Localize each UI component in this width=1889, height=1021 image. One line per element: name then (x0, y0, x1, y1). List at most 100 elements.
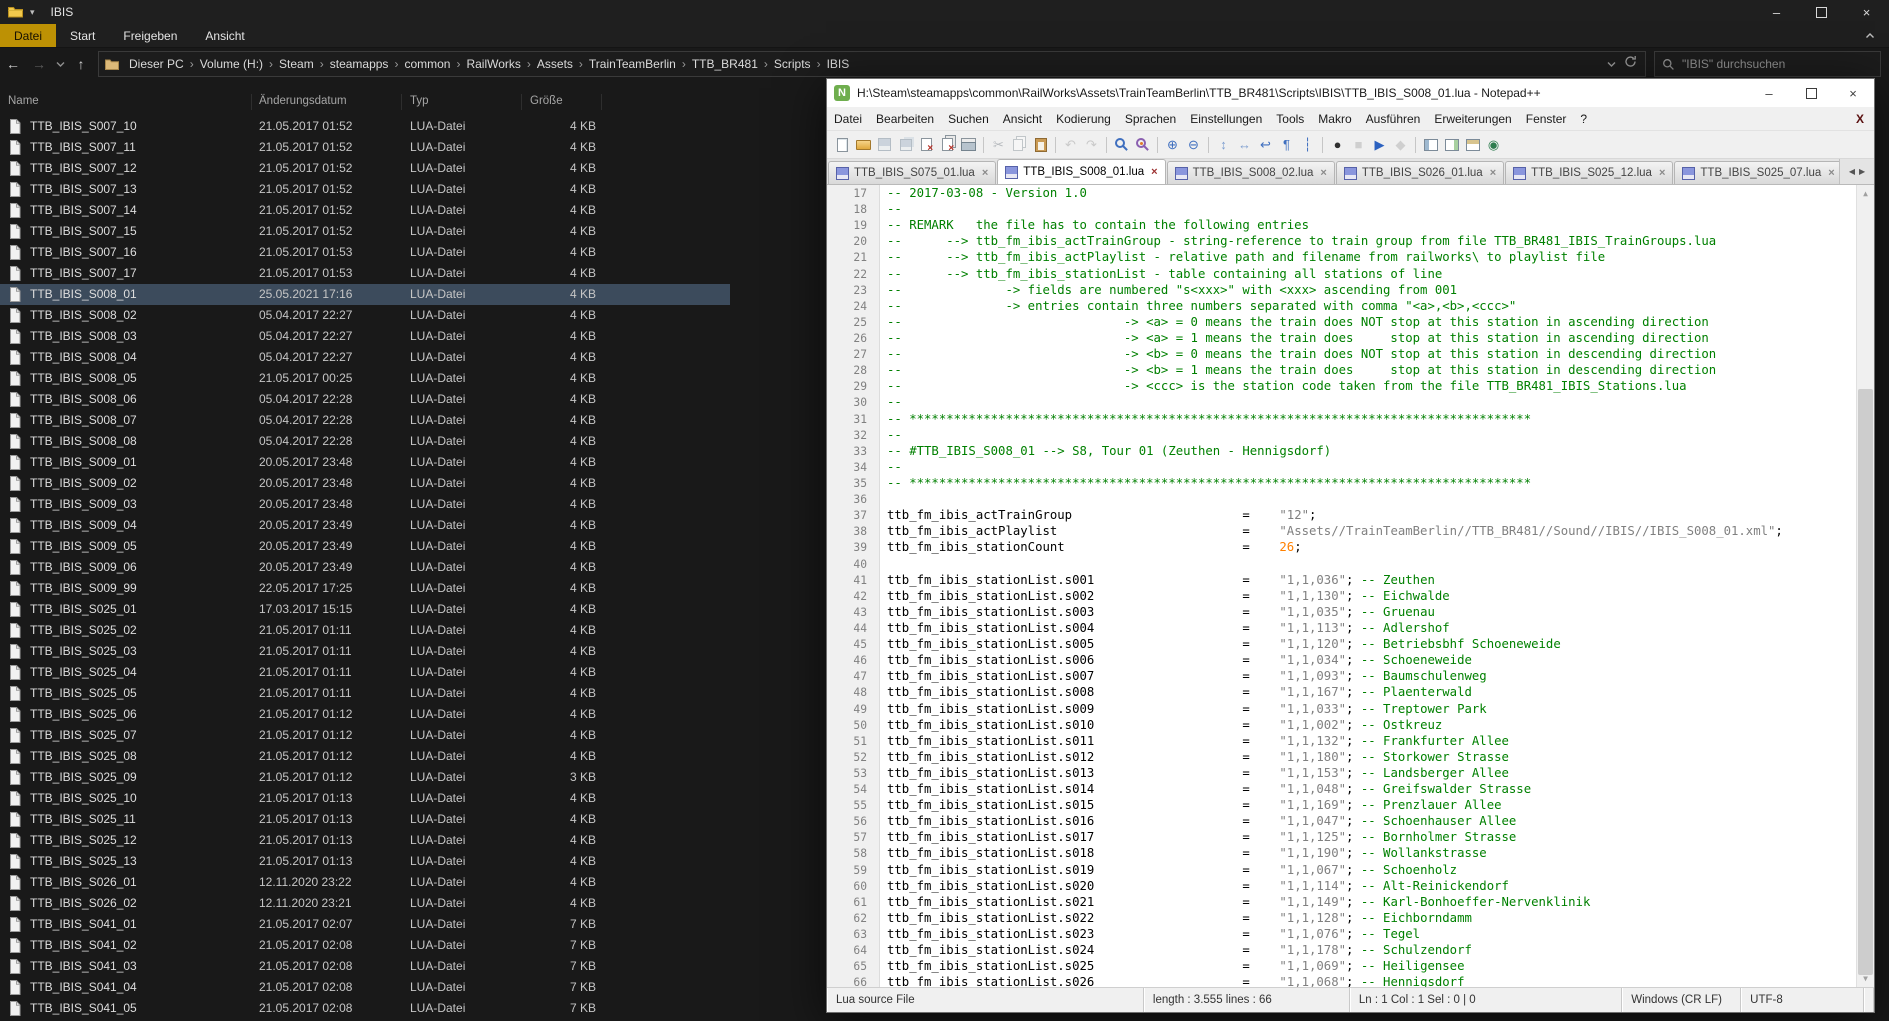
menu-einstellungen[interactable]: Einstellungen (1183, 112, 1269, 126)
explorer-maximize-button[interactable] (1799, 0, 1844, 24)
zoom-in-icon[interactable]: ⊕ (1163, 135, 1182, 154)
tab-close-icon[interactable]: × (1490, 167, 1496, 179)
tab-close-icon[interactable]: × (1828, 167, 1834, 179)
file-row[interactable]: TTB_IBIS_S008_02 05.04.2017 22:27 LUA-Date… (0, 305, 730, 326)
search-input[interactable] (1680, 56, 1880, 72)
file-row[interactable]: TTB_IBIS_S041_04 21.05.2017 02:08 LUA-Date… (0, 977, 730, 998)
file-row[interactable]: TTB_IBIS_S025_04 21.05.2017 01:11 LUA-Date… (0, 662, 730, 683)
ribbon-expand-icon[interactable] (1865, 24, 1875, 47)
save-all-icon[interactable] (896, 135, 915, 154)
file-row[interactable]: TTB_IBIS_S008_06 05.04.2017 22:28 LUA-Date… (0, 389, 730, 410)
print-icon[interactable] (959, 135, 978, 154)
scroll-down-icon[interactable]: ▼ (1857, 970, 1874, 987)
function-list-icon[interactable] (1442, 135, 1461, 154)
file-row[interactable]: TTB_IBIS_S025_01 17.03.2017 15:15 LUA-Date… (0, 599, 730, 620)
editor[interactable]: 17 -- 2017-03-08 - Version 1.0 18 -- 19 -- RE… (827, 185, 1874, 987)
breadcrumb-item[interactable]: Assets (533, 57, 577, 71)
play-macro-icon[interactable]: ▶ (1370, 135, 1389, 154)
tab-close-icon[interactable]: × (1659, 167, 1665, 179)
file-row[interactable]: TTB_IBIS_S007_13 21.05.2017 01:52 LUA-Date… (0, 179, 730, 200)
file-row[interactable]: TTB_IBIS_S025_11 21.05.2017 01:13 LUA-Date… (0, 809, 730, 830)
file-row[interactable]: TTB_IBIS_S025_12 21.05.2017 01:13 LUA-Date… (0, 830, 730, 851)
notepadpp-minimize-button[interactable]: – (1748, 79, 1790, 107)
breadcrumb-item[interactable]: IBIS (823, 57, 854, 71)
close-all-icon[interactable] (938, 135, 957, 154)
file-row[interactable]: TTB_IBIS_S009_04 20.05.2017 23:49 LUA-Date… (0, 515, 730, 536)
file-row[interactable]: TTB_IBIS_S008_07 05.04.2017 22:28 LUA-Date… (0, 410, 730, 431)
menu-ausfhren[interactable]: Ausführen (1359, 112, 1428, 126)
record-macro-icon[interactable]: ● (1328, 135, 1347, 154)
breadcrumb-item[interactable]: Scripts (770, 57, 815, 71)
menu-bearbeiten[interactable]: Bearbeiten (869, 112, 941, 126)
address-dropdown-icon[interactable] (1607, 55, 1616, 73)
breadcrumb-item[interactable]: steamapps (326, 57, 393, 71)
notepadpp-maximize-button[interactable] (1790, 79, 1832, 107)
menu-datei[interactable]: Datei (827, 112, 869, 126)
file-row[interactable]: TTB_IBIS_S007_11 21.05.2017 01:52 LUA-Date… (0, 137, 730, 158)
monitoring-icon[interactable]: ◉ (1484, 135, 1503, 154)
editor-scrollbar[interactable]: ▲ ▼ (1856, 185, 1874, 987)
back-icon[interactable]: ← (0, 56, 26, 72)
file-tab[interactable]: TTB_IBIS_S025_12.lua × (1505, 161, 1674, 184)
file-row[interactable]: TTB_IBIS_S009_99 22.05.2017 17:25 LUA-Date… (0, 578, 730, 599)
file-row[interactable]: TTB_IBIS_S008_01 25.05.2021 17:16 LUA-Date… (0, 284, 730, 305)
file-row[interactable]: TTB_IBIS_S009_02 20.05.2017 23:48 LUA-Date… (0, 473, 730, 494)
file-row[interactable]: TTB_IBIS_S025_03 21.05.2017 01:11 LUA-Date… (0, 641, 730, 662)
address-box[interactable]: Dieser PC › Volume (H:) › Steam › steamapps › co… (98, 51, 1646, 77)
breadcrumb-item[interactable]: Volume (H:) (196, 57, 267, 71)
tab-scroll-right-icon[interactable]: ▶ (1859, 167, 1865, 176)
menu-erweiterungen[interactable]: Erweiterungen (1427, 112, 1518, 126)
menu-close-icon[interactable]: X (1856, 112, 1864, 126)
scroll-up-icon[interactable]: ▲ (1857, 185, 1874, 202)
file-row[interactable]: TTB_IBIS_S007_12 21.05.2017 01:52 LUA-Date… (0, 158, 730, 179)
ribbon-tab-datei[interactable]: Datei (0, 24, 57, 47)
file-row[interactable]: TTB_IBIS_S007_15 21.05.2017 01:52 LUA-Date… (0, 221, 730, 242)
column-header-1[interactable]: Änderungsdatum (259, 95, 347, 107)
document-map-icon[interactable] (1421, 135, 1440, 154)
file-row[interactable]: TTB_IBIS_S007_16 21.05.2017 01:53 LUA-Date… (0, 242, 730, 263)
word-wrap-icon[interactable]: ↩ (1256, 135, 1275, 154)
save-macro-icon[interactable]: ◆ (1391, 135, 1410, 154)
menu-ansicht[interactable]: Ansicht (996, 112, 1049, 126)
menu-suchen[interactable]: Suchen (941, 112, 996, 126)
file-row[interactable]: TTB_IBIS_S041_01 21.05.2017 02:07 LUA-Date… (0, 914, 730, 935)
show-all-chars-icon[interactable]: ¶ (1277, 135, 1296, 154)
file-row[interactable]: TTB_IBIS_S009_06 20.05.2017 23:49 LUA-Date… (0, 557, 730, 578)
file-row[interactable]: TTB_IBIS_S025_13 21.05.2017 01:13 LUA-Date… (0, 851, 730, 872)
menu-sprachen[interactable]: Sprachen (1118, 112, 1183, 126)
close-icon[interactable] (917, 135, 936, 154)
tab-close-icon[interactable]: × (1320, 167, 1326, 179)
paste-icon[interactable] (1031, 135, 1050, 154)
quick-access-toolbar-arrow-icon[interactable]: ▾ (30, 7, 35, 18)
file-row[interactable]: TTB_IBIS_S041_05 21.05.2017 02:08 LUA-Date… (0, 998, 730, 1019)
explorer-minimize-button[interactable]: – (1754, 0, 1799, 24)
file-tab[interactable]: TTB_IBIS_S075_01.lua × (828, 161, 997, 184)
breadcrumb-item[interactable]: Steam (275, 57, 318, 71)
column-header-0[interactable]: Name (8, 95, 39, 107)
menu-tools[interactable]: Tools (1269, 112, 1311, 126)
file-row[interactable]: TTB_IBIS_S025_07 21.05.2017 01:12 LUA-Date… (0, 725, 730, 746)
file-tab[interactable]: TTB_IBIS_S025_07.lua × (1674, 161, 1843, 184)
breadcrumb-item[interactable]: RailWorks (462, 57, 524, 71)
menu-fenster[interactable]: Fenster (1519, 112, 1574, 126)
tab-scroll-left-icon[interactable]: ◀ (1849, 167, 1855, 176)
file-row[interactable]: TTB_IBIS_S025_08 21.05.2017 01:12 LUA-Date… (0, 746, 730, 767)
up-icon[interactable]: ↑ (68, 56, 94, 72)
notepadpp-close-button[interactable]: × (1832, 79, 1874, 107)
undo-icon[interactable]: ↶ (1061, 135, 1080, 154)
file-row[interactable]: TTB_IBIS_S008_04 05.04.2017 22:27 LUA-Date… (0, 347, 730, 368)
file-row[interactable]: TTB_IBIS_S008_08 05.04.2017 22:28 LUA-Date… (0, 431, 730, 452)
stop-macro-icon[interactable]: ■ (1349, 135, 1368, 154)
forward-icon[interactable]: → (26, 56, 52, 72)
indent-guide-icon[interactable]: ┆ (1298, 135, 1317, 154)
tab-close-icon[interactable]: × (982, 167, 988, 179)
file-tab[interactable]: TTB_IBIS_S008_01.lua × (997, 159, 1166, 184)
save-icon[interactable] (875, 135, 894, 154)
find-icon[interactable] (1112, 135, 1131, 154)
file-row[interactable]: TTB_IBIS_S026_02 12.11.2020 23:21 LUA-Date… (0, 893, 730, 914)
file-row[interactable]: TTB_IBIS_S025_10 21.05.2017 01:13 LUA-Date… (0, 788, 730, 809)
breadcrumb-item[interactable]: Dieser PC (125, 57, 188, 71)
code-area[interactable]: 17 -- 2017-03-08 - Version 1.0 18 -- 19 -- RE… (827, 185, 1857, 987)
folder-workspace-icon[interactable] (1463, 135, 1482, 154)
file-row[interactable]: TTB_IBIS_S025_06 21.05.2017 01:12 LUA-Date… (0, 704, 730, 725)
